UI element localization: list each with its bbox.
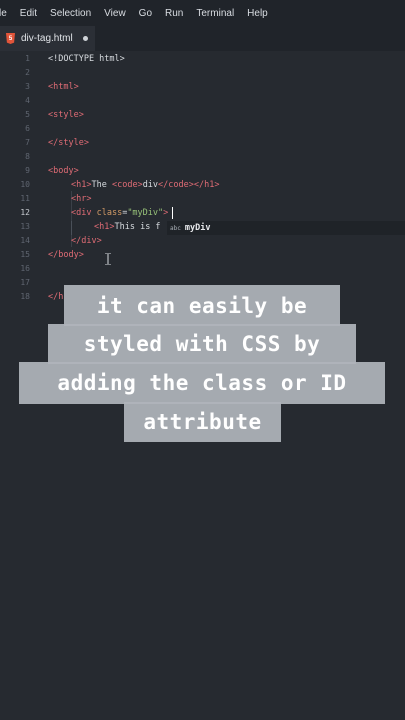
line-number: 8 [25, 152, 30, 161]
code-area: <!DOCTYPE html> <html> <style> </style> … [48, 51, 219, 302]
menu-view[interactable]: View [98, 8, 133, 19]
menu-bar: le Edit Selection View Go Run Terminal H… [0, 0, 405, 26]
line-number: 18 [20, 292, 30, 301]
code-line-3: <html> [48, 80, 79, 94]
text-caret [172, 207, 173, 219]
body-open-tag: <body> [48, 166, 79, 176]
line-number: 16 [20, 264, 30, 273]
h1-close-tag: </h1> [193, 180, 220, 190]
caption-line: attribute [124, 402, 281, 442]
menu-terminal[interactable]: Terminal [190, 8, 241, 19]
line-number: 2 [25, 68, 30, 77]
menu-file[interactable]: le [0, 8, 14, 19]
body-close-tag: </body> [48, 250, 84, 260]
line-number-active: 12 [20, 208, 30, 217]
class-value-string: "myDiv" [127, 208, 164, 218]
unsaved-dot-icon[interactable] [82, 36, 88, 41]
tab-bar: 5 div-tag.html [0, 26, 405, 51]
line-number: 17 [20, 278, 30, 287]
caption-line: styled with CSS by [48, 324, 356, 364]
hr-tag: <hr> [71, 194, 92, 204]
code-line-7: </style> [48, 136, 89, 150]
code-line-10: <h1>The <code>div</code></h1> [71, 178, 219, 192]
code-line-13: <h1>This is f [94, 220, 161, 234]
code-line-14: </div> [71, 234, 102, 248]
caption-line: adding the class or ID [19, 362, 385, 404]
code-line-5: <style> [48, 108, 84, 122]
line-number: 5 [25, 110, 30, 119]
tag-close-bracket: > [163, 208, 169, 218]
style-close-tag: </style> [48, 138, 89, 148]
menu-edit[interactable]: Edit [14, 8, 44, 19]
tab-div-tag-html[interactable]: 5 div-tag.html [0, 26, 95, 51]
menu-run[interactable]: Run [159, 8, 190, 19]
h1-open-tag: <h1> [71, 180, 92, 190]
html5-icon: 5 [6, 33, 15, 44]
line-number: 6 [25, 124, 30, 133]
code-line-1: <!DOCTYPE html> [48, 52, 125, 66]
code-open-tag: <code> [111, 180, 143, 190]
tab-filename: div-tag.html [21, 33, 73, 44]
text: This is f [114, 222, 161, 232]
code-close-tag: </code> [158, 180, 194, 190]
html-close-tag: </h [48, 292, 64, 302]
indent-guide-active [71, 221, 72, 235]
code-line-15: </body> [48, 248, 84, 262]
autocomplete-suggestion[interactable]: abc myDiv [167, 221, 405, 235]
class-attribute: class [96, 208, 123, 218]
line-number: 1 [25, 54, 30, 63]
line-number: 3 [25, 82, 30, 91]
line-number: 15 [20, 250, 30, 259]
div-open-tag: <div [71, 208, 97, 218]
text: The [91, 180, 112, 190]
style-open-tag: <style> [48, 110, 84, 120]
html-tag: <html> [48, 82, 79, 92]
code-line-9: <body> [48, 164, 79, 178]
code-line-11: <hr> [71, 192, 91, 206]
h1-open-tag: <h1> [94, 222, 115, 232]
code-line-12: <div class="myDiv"> [71, 206, 168, 220]
line-number: 10 [20, 180, 30, 189]
line-number: 14 [20, 236, 30, 245]
line-number: 4 [25, 96, 30, 105]
abc-icon: abc [170, 224, 181, 232]
doctype: <!DOCTYPE html> [48, 54, 125, 64]
text: div [142, 180, 159, 190]
line-number: 7 [25, 138, 30, 147]
suggestion-label: myDiv [184, 223, 211, 233]
caption-line: it can easily be [64, 285, 340, 326]
menu-selection[interactable]: Selection [44, 8, 98, 19]
div-close-tag: </div> [71, 236, 102, 246]
menu-go[interactable]: Go [133, 8, 159, 19]
line-number: 9 [25, 166, 30, 175]
line-number: 11 [20, 194, 30, 203]
menu-help[interactable]: Help [241, 8, 275, 19]
line-number: 13 [20, 222, 30, 231]
ibeam-cursor-icon [105, 253, 111, 265]
code-line-18: </h [48, 290, 63, 304]
